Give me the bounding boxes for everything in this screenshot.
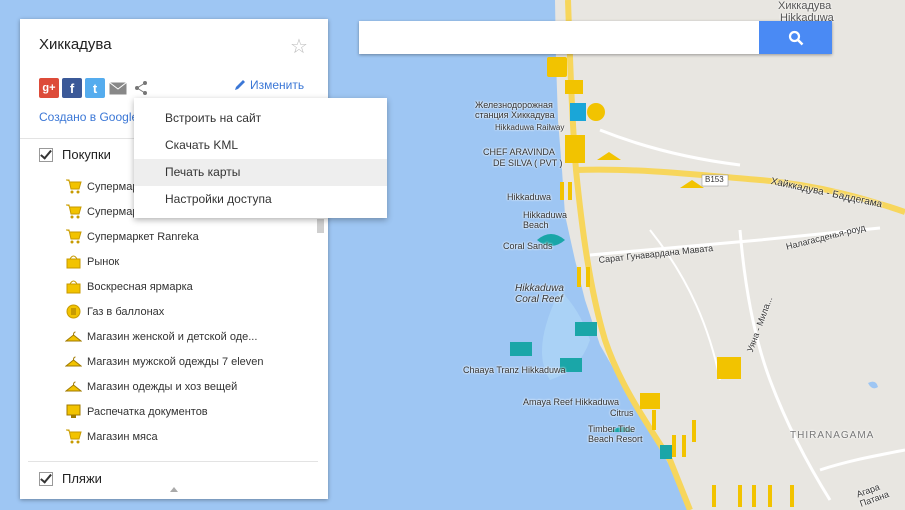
list-item-label: Магазин одежды и хоз вещей <box>87 380 238 393</box>
list-item[interactable]: Магазин мужской одежды 7 eleven <box>65 349 264 374</box>
map-marker-home-icon[interactable] <box>717 357 741 379</box>
map-label-beach: Hikkaduwa Beach <box>523 210 568 230</box>
mail-icon[interactable] <box>108 78 128 98</box>
map-title: Хиккадува <box>39 36 112 53</box>
map-label-coral-sands: Coral Sands <box>503 241 553 251</box>
share-row: g+ f t <box>39 78 151 98</box>
list-item[interactable]: Распечатка документов <box>65 399 264 424</box>
map-marker-bag-icon[interactable] <box>547 57 567 77</box>
map-marker-shop-icon[interactable] <box>565 135 585 163</box>
list-item-label: Рынок <box>87 255 120 268</box>
list-item[interactable]: Магазин мяса <box>65 424 264 449</box>
edit-label: Изменить <box>250 78 305 92</box>
menu-item-sharing-settings[interactable]: Настройки доступа <box>134 186 387 213</box>
map-legend-panel: Хиккадува ☆ g+ f t Изменить Создано в Go… <box>20 19 328 499</box>
layer-shopping-label: Покупки <box>62 147 111 162</box>
bag-icon <box>65 278 82 295</box>
layer-beaches[interactable]: Пляжи <box>39 471 102 486</box>
search-box <box>359 21 832 54</box>
list-item[interactable]: Рынок <box>65 249 264 274</box>
search-button[interactable] <box>759 21 832 54</box>
hanger-icon <box>65 328 82 345</box>
list-item-label: Супермаркет Ranreka <box>87 230 199 243</box>
created-in-google-link[interactable]: Создано в Google <box>39 110 138 124</box>
cart-icon <box>65 428 82 445</box>
layer-beaches-label: Пляжи <box>62 471 102 486</box>
map-marker-wave-icon[interactable] <box>575 322 597 336</box>
map-marker-swim-icon[interactable] <box>510 342 532 356</box>
list-item-label: Магазин женской и детской оде... <box>87 330 258 343</box>
share-icon[interactable] <box>131 78 151 98</box>
hanger-icon <box>65 378 82 395</box>
monitor-icon <box>65 403 82 420</box>
list-item-label: Воскресная ярмарка <box>87 280 193 293</box>
map-label-town: Хиккадува <box>778 0 832 12</box>
layer-shopping-checkbox[interactable] <box>39 147 53 162</box>
share-dropdown-menu: Встроить на сайт Скачать KML Печать карт… <box>134 98 387 218</box>
collapse-panel-icon[interactable] <box>170 487 178 492</box>
list-item-label: Магазин мужской одежды 7 eleven <box>87 355 264 368</box>
divider <box>28 461 318 462</box>
search-input[interactable] <box>367 21 766 54</box>
menu-item-download-kml[interactable]: Скачать KML <box>134 132 387 159</box>
map-label-station: Железнодорожная станция Хиккадува <box>475 100 555 120</box>
list-item[interactable]: Газ в баллонах <box>65 299 264 324</box>
cart-icon <box>65 178 82 195</box>
map-marker-smile-icon[interactable] <box>587 103 605 121</box>
layer-shopping[interactable]: Покупки <box>39 147 111 162</box>
twitter-icon[interactable]: t <box>85 78 105 98</box>
scrollbar-thumb[interactable] <box>317 219 324 233</box>
map-label-chef: CHEF ARAVINDA <box>483 147 555 157</box>
list-item-label: Газ в баллонах <box>87 305 165 318</box>
list-item-label: Распечатка документов <box>87 405 208 418</box>
map-marker-cart-icon[interactable] <box>565 80 583 94</box>
list-item[interactable]: Воскресная ярмарка <box>65 274 264 299</box>
map-label-timber: Timber Tide Beach Resort <box>588 424 643 444</box>
map-label-coral-reef: Hikkaduwa Coral Reef <box>515 283 564 305</box>
facebook-icon[interactable]: f <box>62 78 82 98</box>
list-item[interactable]: Магазин одежды и хоз вещей <box>65 374 264 399</box>
map-label-citrus: Citrus <box>610 408 634 418</box>
map-label-amaya: Amaya Reef Hikkaduwa <box>523 397 620 407</box>
hanger-icon <box>65 353 82 370</box>
list-item-label: Магазин мяса <box>87 430 158 443</box>
edit-link[interactable]: Изменить <box>234 78 304 92</box>
star-icon[interactable]: ☆ <box>290 34 308 59</box>
map-label-chaaya: Chaaya Tranz Hikkaduwa <box>463 365 566 375</box>
map-label-station-latin: Hikkaduwa Railway <box>495 123 565 132</box>
cart-icon <box>65 203 82 220</box>
list-item[interactable]: Магазин женской и детской оде... <box>65 324 264 349</box>
map-marker-cart-icon-2[interactable] <box>640 393 660 409</box>
map-marker-wave-icon-4[interactable] <box>660 445 672 459</box>
bag-icon <box>65 253 82 270</box>
menu-item-print-map[interactable]: Печать карты <box>134 159 387 186</box>
map-label-road-b153: B153 <box>705 175 724 184</box>
menu-item-embed[interactable]: Встроить на сайт <box>134 105 387 132</box>
cart-icon <box>65 228 82 245</box>
map-label-thiranagama: THIRANAGAMA <box>790 430 875 441</box>
pencil-icon <box>235 80 245 90</box>
list-item[interactable]: Супермаркет Ranreka <box>65 224 264 249</box>
google-plus-icon[interactable]: g+ <box>39 78 59 98</box>
layer-beaches-checkbox[interactable] <box>39 471 53 486</box>
search-icon <box>788 30 803 45</box>
gas-hand-icon <box>65 303 82 320</box>
map-label-hikkaduwa: Hikkaduwa <box>507 192 552 202</box>
map-label-chef2: DE SILVA ( PVT ) <box>493 158 563 168</box>
